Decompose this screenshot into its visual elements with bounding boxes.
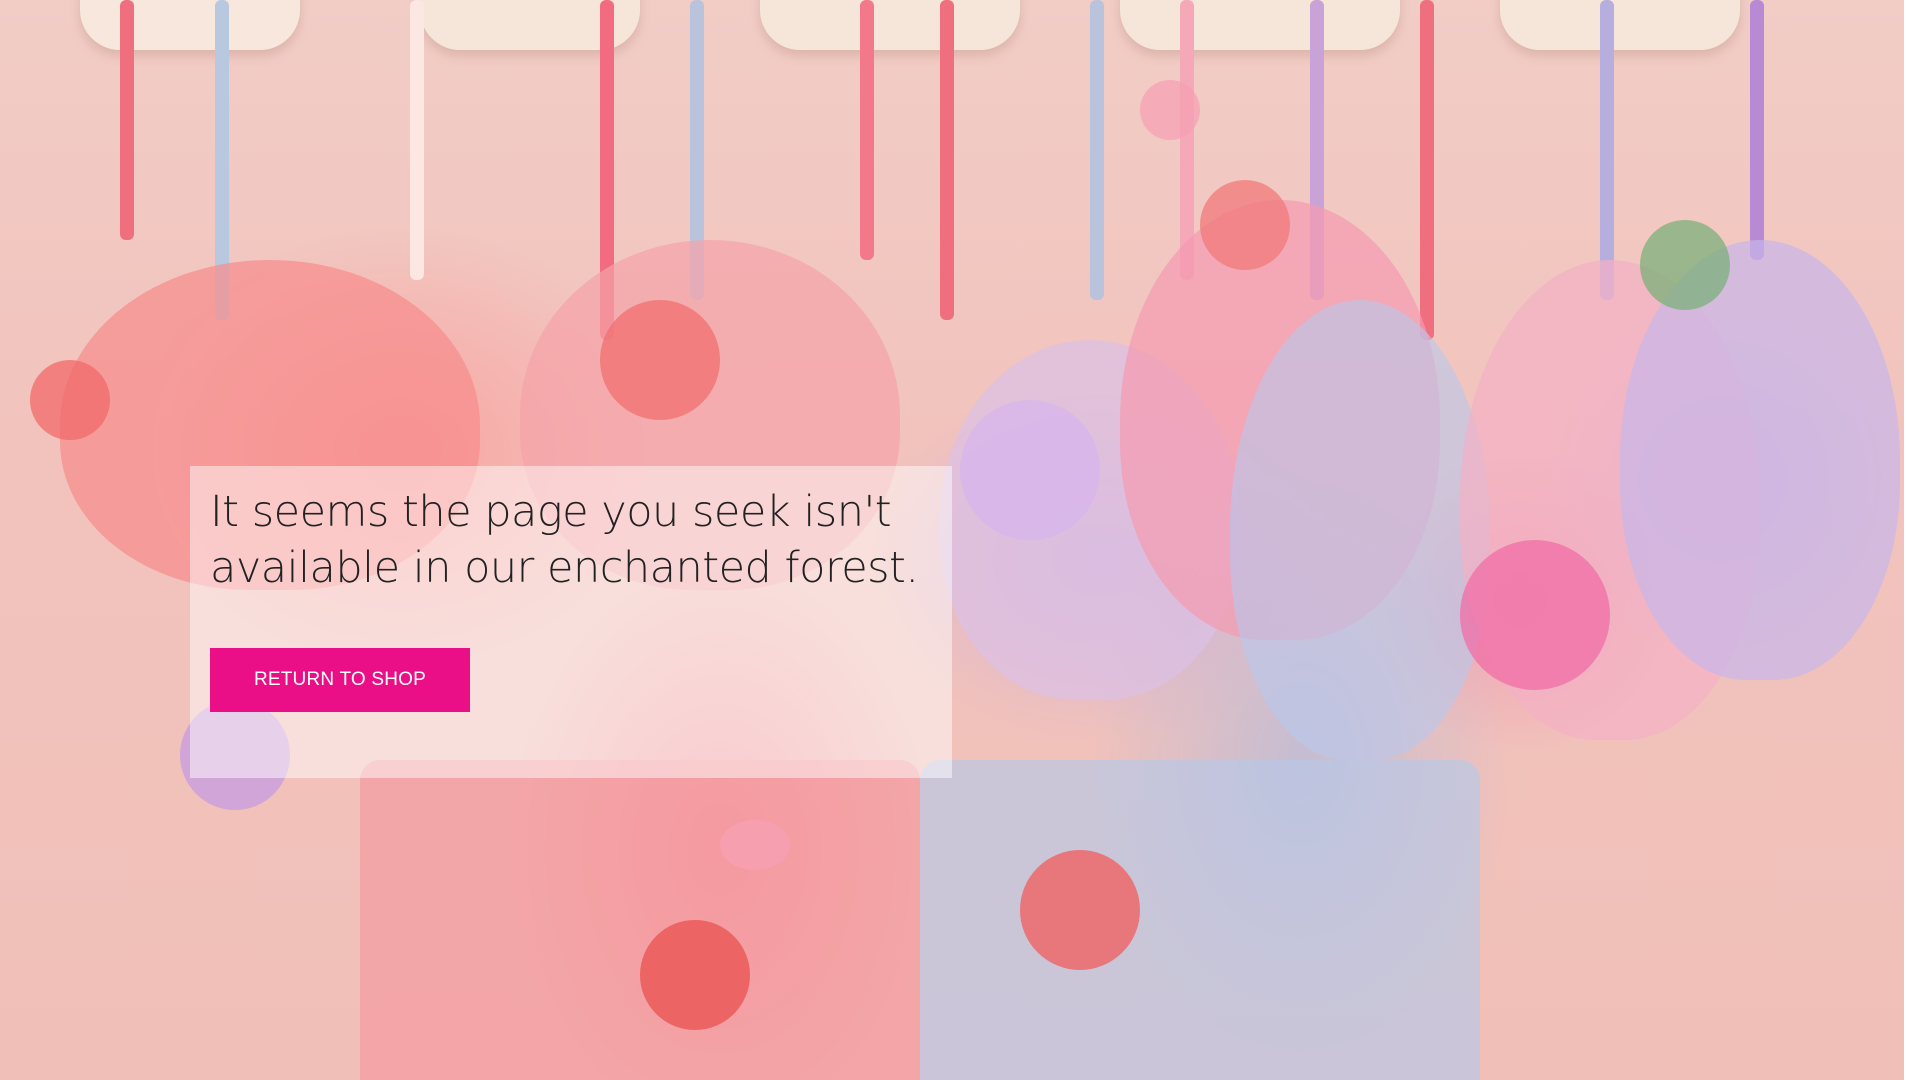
bow-decoration	[720, 820, 790, 870]
hanger-illustration	[760, 0, 1020, 50]
lingerie-body-illustration	[360, 760, 920, 1080]
bow-decoration	[1140, 80, 1200, 140]
hero-section: It seems the page you seek isn't availab…	[0, 0, 1908, 1080]
flower-embroidery	[960, 400, 1100, 540]
strap-illustration	[860, 0, 874, 260]
return-to-shop-button[interactable]: RETURN TO SHOP	[210, 648, 470, 712]
strap-illustration	[1090, 0, 1104, 300]
flower-embroidery	[640, 920, 750, 1030]
flower-embroidery	[1200, 180, 1290, 270]
flower-embroidery	[600, 300, 720, 420]
strap-illustration	[1420, 0, 1434, 340]
page-edge	[1904, 0, 1908, 1080]
flower-embroidery	[30, 360, 110, 440]
flower-embroidery	[1460, 540, 1610, 690]
lingerie-cup-illustration	[1230, 300, 1490, 760]
strap-illustration	[1600, 0, 1614, 300]
hanger-illustration	[1500, 0, 1740, 50]
flower-embroidery	[1020, 850, 1140, 970]
hanger-illustration	[1120, 0, 1400, 50]
strap-illustration	[410, 0, 424, 280]
lingerie-cup-illustration	[1620, 240, 1900, 680]
flower-embroidery	[1640, 220, 1730, 310]
strap-illustration	[120, 0, 134, 240]
lingerie-body-illustration	[920, 760, 1480, 1080]
not-found-panel: It seems the page you seek isn't availab…	[190, 466, 952, 778]
not-found-message: It seems the page you seek isn't availab…	[210, 487, 919, 593]
hanger-illustration	[80, 0, 300, 50]
strap-illustration	[940, 0, 954, 320]
strap-illustration	[1750, 0, 1764, 260]
